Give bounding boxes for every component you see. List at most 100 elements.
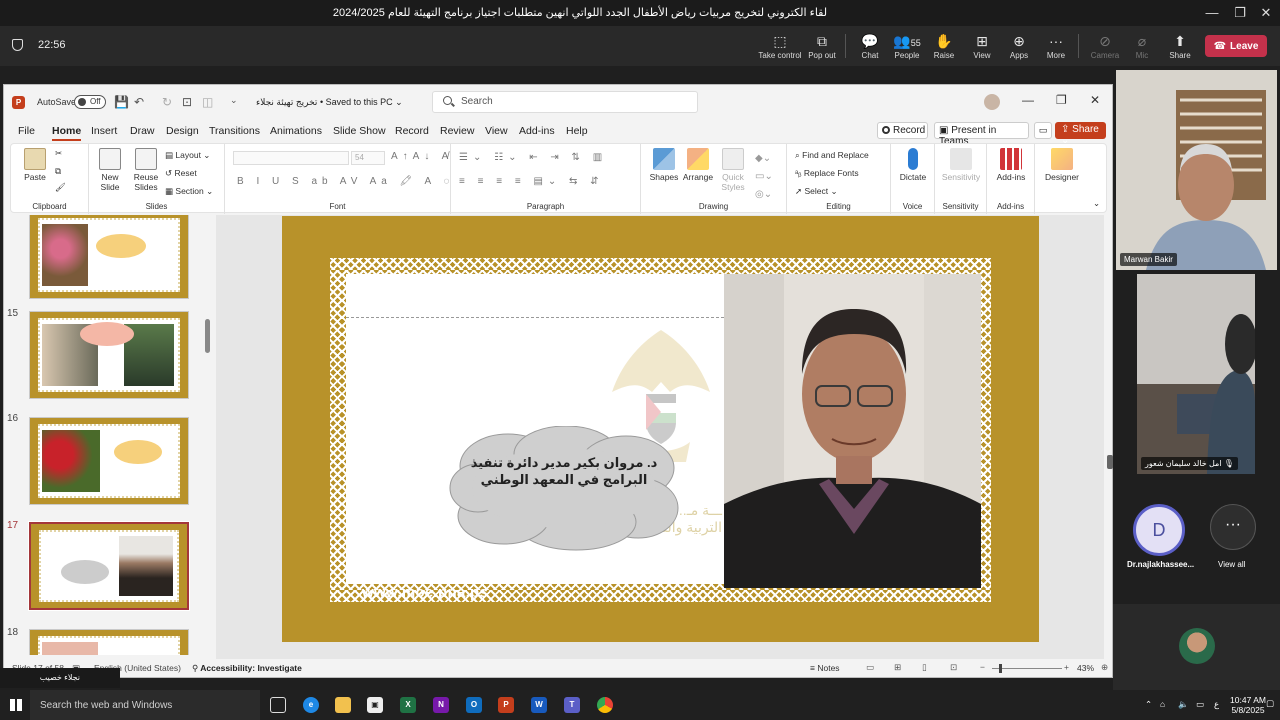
autosave-toggle[interactable]: Off	[74, 95, 106, 109]
alignment-buttons[interactable]: ≡ ≡ ≡ ≡ ▤⌄ ⇆ ⇵	[459, 176, 604, 187]
share-screen-button[interactable]: ⬆ Share	[1158, 32, 1202, 60]
tab-draw[interactable]: Draw	[130, 125, 155, 137]
teams-icon[interactable]: T	[564, 697, 580, 713]
present-in-teams-button[interactable]: ▣ Present in Teams	[934, 122, 1029, 147]
leave-button[interactable]: ☎ Leave	[1205, 35, 1267, 57]
network-icon[interactable]: ⌂	[1160, 699, 1165, 709]
slideshow-icon[interactable]: ⊡	[950, 662, 957, 673]
font-name-box[interactable]	[233, 151, 349, 165]
draw-icon[interactable]: ◫	[202, 95, 213, 109]
tab-review[interactable]: Review	[440, 125, 474, 137]
accessibility-status[interactable]: ⚲ Accessibility: Investigate	[192, 663, 302, 674]
customize-toolbar-icon[interactable]: ⌄	[230, 95, 238, 106]
zoom-in-icon[interactable]: +	[1064, 662, 1069, 672]
speech-cloud-shape[interactable]	[448, 426, 680, 552]
reset-button[interactable]: ↺ Reset	[165, 168, 197, 179]
excel-icon[interactable]: X	[400, 697, 416, 713]
copy-icon[interactable]: ⧉	[55, 166, 61, 177]
dictate-button[interactable]: Dictate	[895, 148, 931, 182]
search-input[interactable]: Search	[432, 91, 698, 113]
zoom-slider[interactable]	[992, 668, 1062, 669]
cut-icon[interactable]: ✂	[55, 148, 62, 159]
font-size-buttons[interactable]: A↑A↓ A̸	[391, 151, 453, 162]
start-icon[interactable]	[10, 699, 22, 711]
record-button[interactable]: Record	[877, 122, 928, 139]
tab-transitions[interactable]: Transitions	[209, 125, 260, 137]
participant-tile[interactable]: 🎙 امل خالد سليمان شعور	[1137, 274, 1255, 474]
participant-tile[interactable]: Marwan Bakir	[1116, 70, 1277, 270]
powerpoint-icon[interactable]: P	[498, 697, 514, 713]
user-avatar[interactable]	[984, 94, 1000, 110]
shapes-button[interactable]: Shapes	[647, 148, 681, 182]
tab-home[interactable]: Home	[52, 125, 82, 141]
paste-button[interactable]: Paste	[17, 148, 53, 182]
arrange-button[interactable]: Arrange	[681, 148, 715, 182]
new-slide-button[interactable]: New Slide	[93, 148, 127, 192]
slide-sorter-icon[interactable]: ⊞	[894, 662, 901, 673]
minimize-window-icon[interactable]: —	[1200, 3, 1224, 23]
battery-icon[interactable]: ▭	[1196, 699, 1204, 710]
replace-fonts-button[interactable]: ᵃᵦ Replace Fonts	[795, 168, 859, 178]
document-title[interactable]: تخريج تهيئة نجلاء • Saved to this PC ⌄	[256, 97, 403, 108]
slide-thumbnail[interactable]	[29, 311, 189, 399]
tab-help[interactable]: Help	[566, 125, 588, 137]
tab-record[interactable]: Record	[395, 125, 429, 137]
save-icon[interactable]: 💾	[114, 95, 129, 109]
title-placeholder[interactable]	[346, 274, 724, 318]
taskbar-search-input[interactable]: Search the web and Windows	[30, 690, 260, 720]
take-control-button[interactable]: ⬚ Take control	[758, 32, 802, 60]
file-explorer-icon[interactable]	[335, 697, 351, 713]
store-icon[interactable]: ▣	[367, 697, 383, 713]
current-slide[interactable]: ـــة مـ... وزارة التربية والتعليم د. مرو…	[282, 216, 1039, 642]
tab-design[interactable]: Design	[166, 125, 199, 137]
close-window-icon[interactable]: ✕	[1254, 3, 1278, 23]
find-replace-button[interactable]: ⌕ Find and Replace	[795, 150, 869, 161]
view-all-button[interactable]: ···	[1210, 504, 1256, 550]
font-size-box[interactable]: 54	[351, 151, 385, 165]
maximize-window-icon[interactable]: ❐	[1228, 3, 1252, 23]
comments-button[interactable]: ▭	[1034, 122, 1052, 139]
zoom-slider-thumb[interactable]	[999, 664, 1002, 673]
tab-insert[interactable]: Insert	[91, 125, 117, 137]
select-button[interactable]: ➚ Select ⌄	[795, 186, 838, 197]
present-from-start-icon[interactable]: ⊡	[182, 95, 192, 109]
close-icon[interactable]: ✕	[1090, 93, 1100, 107]
shape-format-buttons[interactable]: ◆⌄ ▭⌄ ◎⌄	[755, 150, 783, 204]
list-buttons[interactable]: ☰⌄ ☷⌄ ⇤ ⇥ ⇅ ▥	[459, 152, 607, 163]
cloud-caption[interactable]: د. مروان بكير مدير دائرة تنفيذ البرامج ف…	[470, 454, 658, 488]
fit-to-window-icon[interactable]: ⊕	[1101, 662, 1108, 673]
edge-icon[interactable]: e	[303, 697, 319, 713]
keyboard-layout-icon[interactable]: ع	[1214, 699, 1219, 710]
word-icon[interactable]: W	[531, 697, 547, 713]
add-ins-button[interactable]: Add-ins	[991, 148, 1031, 182]
chrome-icon[interactable]	[597, 697, 613, 713]
volume-icon[interactable]: 🔈	[1178, 699, 1189, 710]
tab-file[interactable]: File	[18, 125, 35, 137]
format-painter-icon[interactable]: 🖌	[55, 182, 66, 193]
reuse-slides-button[interactable]: Reuse Slides	[129, 148, 163, 192]
redo-icon[interactable]: ↻	[162, 95, 172, 109]
layout-button[interactable]: ▤ Layout ⌄	[165, 150, 210, 161]
onenote-icon[interactable]: N	[433, 697, 449, 713]
reading-view-icon[interactable]: ▯	[922, 662, 927, 673]
tab-view[interactable]: View	[485, 125, 508, 137]
tab-animations[interactable]: Animations	[270, 125, 322, 137]
tab-slide-show[interactable]: Slide Show	[333, 125, 386, 137]
thumbnail-scrollbar[interactable]	[205, 319, 210, 353]
section-button[interactable]: ▦ Section ⌄	[165, 186, 213, 197]
notifications-icon[interactable]: ▢	[1266, 698, 1274, 709]
slide-thumbnail[interactable]	[29, 629, 189, 655]
tray-chevron-icon[interactable]: ⌃	[1145, 699, 1152, 710]
speaker-photo[interactable]	[724, 274, 981, 588]
font-format-buttons[interactable]: B I U S ab AV Aa 🖍 A ◌	[237, 176, 454, 187]
task-view-icon[interactable]	[270, 697, 286, 713]
normal-view-icon[interactable]: ▭	[866, 662, 874, 673]
designer-button[interactable]: Designer	[1039, 148, 1085, 182]
quick-styles-button[interactable]: Quick Styles	[717, 148, 749, 192]
slide-thumbnail[interactable]	[29, 215, 189, 299]
zoom-out-icon[interactable]: −	[980, 662, 985, 672]
participant-avatar[interactable]: D	[1133, 504, 1185, 556]
self-view-avatar[interactable]	[1179, 628, 1215, 664]
share-button[interactable]: ⇪ Share ⌄	[1055, 122, 1106, 146]
undo-icon[interactable]: ↶	[134, 95, 144, 109]
